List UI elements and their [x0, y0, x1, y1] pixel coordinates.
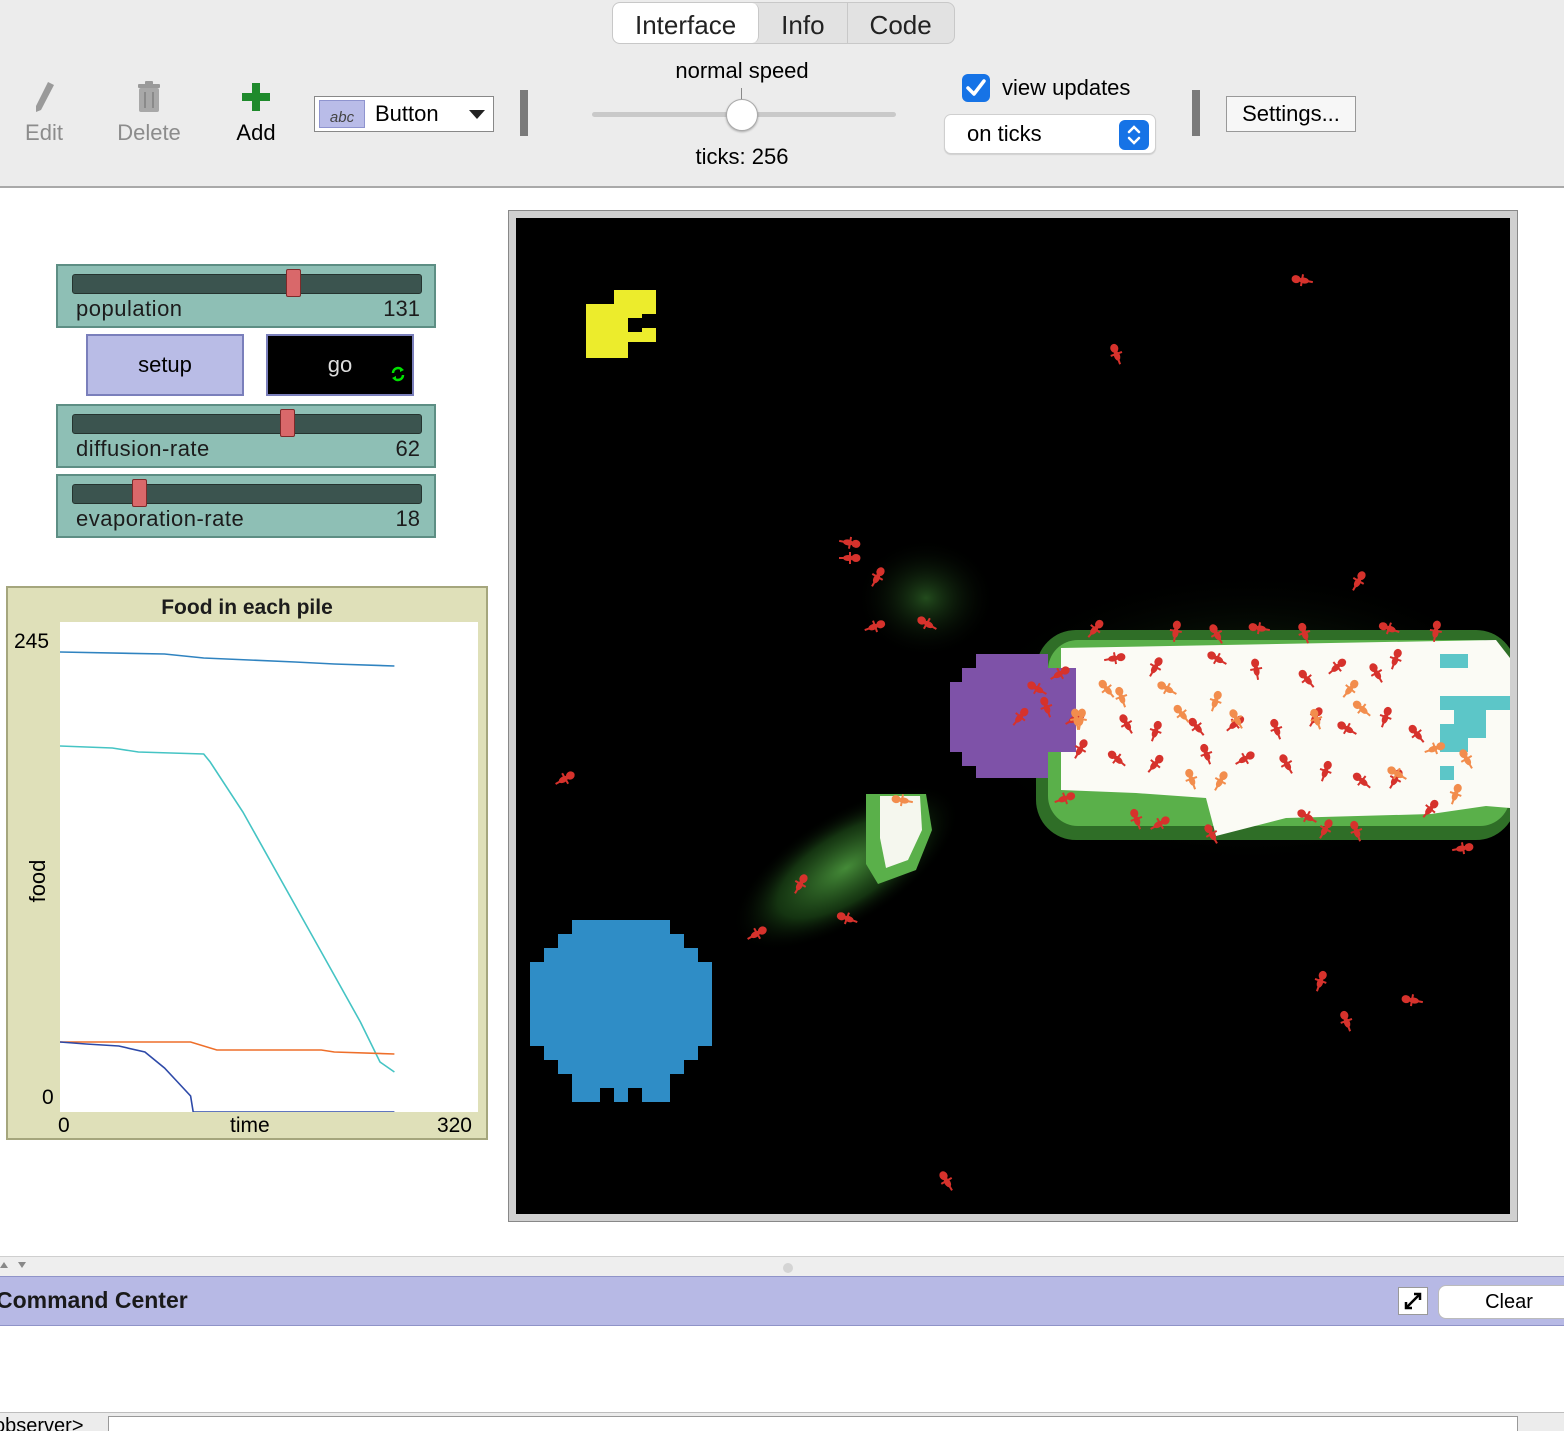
slider-value: 18	[395, 506, 420, 531]
plot-title: Food in each pile	[161, 596, 333, 619]
y-axis-max: 245	[14, 630, 50, 653]
food-pile-cyan	[1440, 766, 1454, 780]
widget-type-value: Button	[375, 101, 439, 126]
trash-icon	[112, 80, 186, 114]
add-label: Add	[236, 120, 276, 145]
command-output	[0, 1326, 1564, 1412]
speed-label: normal speed	[675, 58, 809, 83]
speed-slider-knob[interactable]	[726, 99, 758, 131]
plot-lines	[59, 651, 395, 1113]
plus-icon	[230, 80, 282, 114]
forever-loop-icon	[390, 362, 406, 388]
ant-agent	[1314, 970, 1327, 992]
x-axis-label: time	[230, 1114, 270, 1137]
ant-agent	[555, 771, 575, 785]
x-axis-max: 320	[436, 1114, 472, 1137]
slider-track[interactable]	[72, 274, 422, 294]
button-widget-icon: abc	[319, 100, 365, 128]
slider-knob[interactable]	[132, 479, 148, 507]
tab-code[interactable]: Code	[848, 3, 954, 43]
agent-selector[interactable]: observer>	[0, 1415, 84, 1431]
go-label: go	[327, 352, 353, 377]
edit-label: Edit	[25, 120, 63, 145]
command-center-header: Command Center Clear	[0, 1276, 1564, 1326]
food-pile-cyan	[1440, 654, 1468, 668]
slider-track[interactable]	[72, 484, 422, 504]
diffusion-rate-slider[interactable]: diffusion-rate 62	[56, 404, 436, 468]
ant-agent	[939, 1171, 953, 1191]
ticks-counter: ticks: 256	[695, 144, 789, 169]
slider-knob[interactable]	[286, 269, 302, 297]
tab-bar: Interface Info Code	[612, 2, 955, 44]
ant-agent	[1291, 274, 1313, 287]
select-stepper-icon	[1119, 120, 1149, 150]
update-mode-value: on ticks	[967, 121, 1042, 146]
setup-button[interactable]: setup	[86, 334, 244, 396]
world-view[interactable]	[516, 218, 1510, 1214]
population-slider[interactable]: population 131	[56, 264, 436, 328]
collapse-arrows-icon[interactable]	[0, 1258, 38, 1274]
y-axis-label: food	[25, 859, 50, 903]
food-pile-hole	[628, 318, 642, 332]
splitter-handle[interactable]	[783, 1263, 793, 1273]
toolbar-divider	[1192, 90, 1200, 136]
slider-value: 131	[383, 296, 420, 321]
edit-button[interactable]: Edit	[20, 80, 68, 146]
view-updates-toggle[interactable]: view updates	[962, 74, 1130, 102]
update-mode-select[interactable]: on ticks	[944, 114, 1156, 154]
settings-button[interactable]: Settings...	[1226, 96, 1356, 132]
toolbar-divider	[520, 90, 528, 136]
world-canvas[interactable]	[516, 218, 1510, 1214]
plot-area	[59, 622, 478, 1113]
chemical-trail	[856, 538, 996, 658]
view-updates-label: view updates	[1002, 75, 1131, 100]
food-plot: Food in each pile 245 0 food 0 time 320	[6, 586, 488, 1140]
food-pile-yellow	[586, 290, 656, 358]
slider-knob[interactable]	[279, 409, 295, 437]
tab-info[interactable]: Info	[759, 3, 848, 43]
ant-agent	[839, 536, 861, 549]
add-button[interactable]: Add	[230, 80, 282, 146]
evaporation-rate-slider[interactable]: evaporation-rate 18	[56, 474, 436, 538]
y-axis-min: 0	[42, 1086, 54, 1109]
ant-agent	[1452, 842, 1474, 855]
slider-track[interactable]	[72, 414, 422, 434]
chevron-down-icon	[469, 109, 485, 119]
command-input[interactable]	[108, 1416, 1518, 1431]
pencil-icon	[20, 80, 68, 114]
ant-agent	[1340, 1010, 1353, 1032]
checkbox-checked-icon[interactable]	[962, 74, 990, 102]
chemical-trail	[731, 784, 961, 952]
slider-label: population	[76, 296, 183, 321]
widget-type-dropdown[interactable]: abc Button	[314, 96, 494, 132]
ant-agent	[839, 552, 861, 564]
slider-value: 62	[395, 436, 420, 461]
clear-button[interactable]: Clear	[1438, 1285, 1564, 1319]
tab-interface[interactable]: Interface	[613, 3, 760, 43]
command-input-row: observer>	[0, 1412, 1564, 1431]
x-axis-min: 0	[58, 1114, 70, 1137]
go-button[interactable]: go	[266, 334, 414, 396]
delete-label: Delete	[117, 120, 181, 145]
ant-agent	[1110, 343, 1123, 365]
expand-icon[interactable]	[1398, 1287, 1428, 1315]
pane-splitter[interactable]	[0, 1256, 1564, 1277]
plot-series-line-0	[59, 651, 395, 667]
plot-series-line-2	[60, 1041, 395, 1055]
toolbar: Interface Info Code Edit Delete Add abc …	[0, 0, 1564, 188]
ant-agent	[1401, 994, 1423, 1007]
slider-label: diffusion-rate	[76, 436, 210, 461]
plot-series-line-1	[59, 745, 395, 1073]
delete-button[interactable]: Delete	[112, 80, 186, 146]
food-pile-blue	[530, 920, 712, 1102]
command-center-title: Command Center	[0, 1287, 188, 1313]
slider-label: evaporation-rate	[76, 506, 245, 531]
